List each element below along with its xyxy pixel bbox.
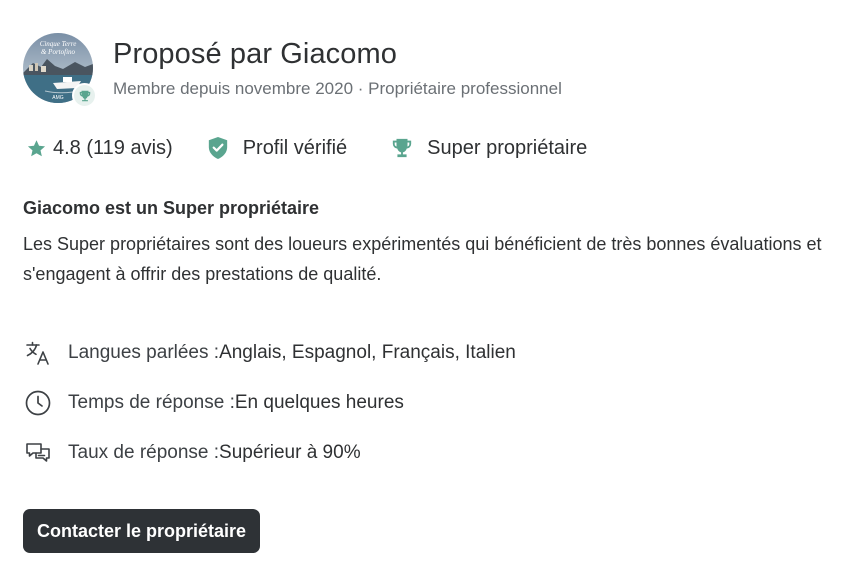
rating-badge[interactable]: 4.8 (119 avis) <box>26 137 173 160</box>
trophy-icon <box>79 90 90 101</box>
avatar-logo-text: Cinque Terre <box>40 40 77 48</box>
trophy-icon <box>393 138 412 158</box>
translate-icon <box>23 338 53 368</box>
chat-icon <box>23 438 53 468</box>
avatar-logo-small: AMG <box>52 95 64 101</box>
super-owner-text: Super propriétaire <box>427 136 588 159</box>
rating-text: 4.8 (119 avis) <box>53 136 173 159</box>
super-owner-heading: Giacomo est un Super propriétaire <box>23 198 320 218</box>
response-time-label: Temps de réponse : <box>68 392 235 413</box>
super-owner-description: Les Super propriétaires sont des loueurs… <box>23 234 822 284</box>
contact-owner-button[interactable]: Contacter le propriétaire <box>23 509 260 553</box>
star-icon <box>27 139 46 156</box>
super-owner-badge: Super propriétaire <box>391 137 587 160</box>
verified-text: Profil vérifié <box>242 136 348 159</box>
owner-subtitle: Membre depuis novembre 2020 · Propriétai… <box>113 79 562 98</box>
response-rate-value: Supérieur à 90% <box>219 442 361 463</box>
owner-title: Proposé par Giacomo <box>113 38 397 70</box>
shield-check-icon <box>208 137 227 159</box>
verified-badge: Profil vérifié <box>207 136 347 160</box>
languages-value: Anglais, Espagnol, Français, Italien <box>219 342 516 363</box>
clock-icon <box>23 388 53 418</box>
languages-label: Langues parlées : <box>68 342 220 363</box>
languages-row: Langues parlées : Anglais, Espagnol, Fra… <box>23 338 516 368</box>
response-time-value: En quelques heures <box>234 392 404 413</box>
response-rate-row: Taux de réponse : Supérieur à 90% <box>23 438 361 468</box>
response-time-row: Temps de réponse : En quelques heures <box>23 388 404 418</box>
response-rate-label: Taux de réponse : <box>68 442 220 463</box>
owner-badges: 4.8 (119 avis) Profil vérifié Super prop… <box>26 135 587 161</box>
avatar-trophy-badge <box>72 83 97 108</box>
svg-text:& Portofino: & Portofino <box>41 48 76 56</box>
